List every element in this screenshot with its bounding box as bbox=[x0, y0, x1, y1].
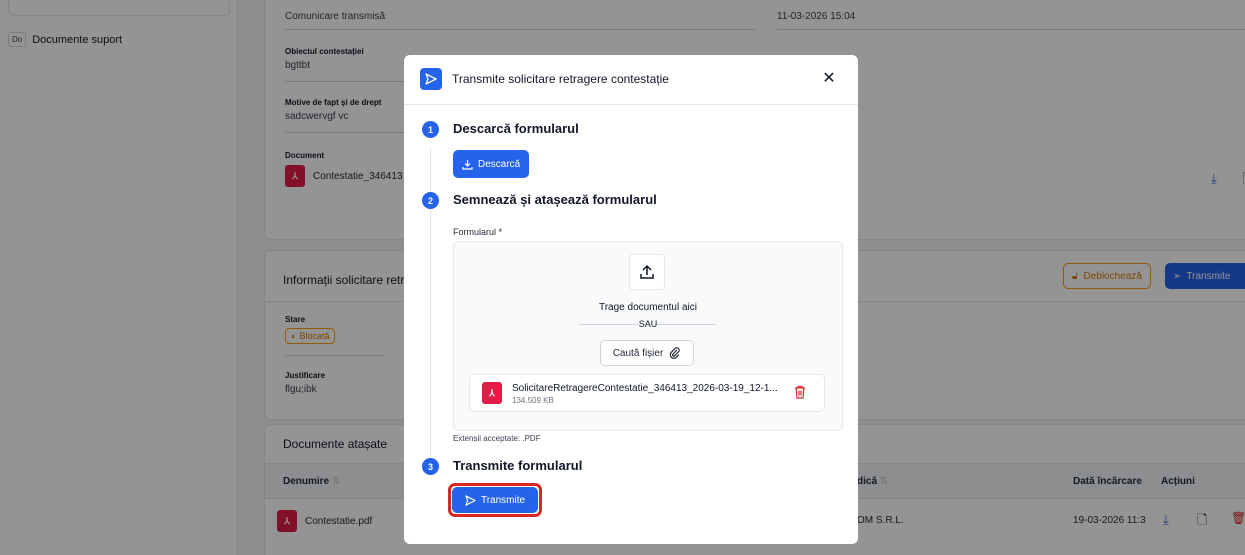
close-icon[interactable]: ✕ bbox=[820, 68, 838, 88]
download-form-button[interactable]: Descarcă bbox=[453, 150, 530, 178]
browse-file-button[interactable]: Caută fișier bbox=[600, 340, 694, 366]
accepted-extensions: Extensii acceptate: .PDF bbox=[453, 434, 541, 443]
file-dropzone[interactable]: Trage documentul aici SAU Caută fișier ⅄… bbox=[453, 241, 843, 431]
step-3-title: Transmite formularul bbox=[453, 458, 583, 473]
send-icon bbox=[420, 68, 442, 90]
trash-icon[interactable] bbox=[794, 385, 806, 399]
or-text: SAU bbox=[638, 319, 658, 329]
form-field-label: Formularul * bbox=[453, 227, 503, 237]
upload-icon bbox=[629, 254, 665, 290]
uploaded-file-card: ⅄ SolicitareRetragereContestatie_346413_… bbox=[469, 374, 825, 412]
paperclip-icon bbox=[670, 347, 680, 359]
step-2-badge: 2 bbox=[422, 192, 439, 209]
step-connector bbox=[430, 210, 431, 468]
uploaded-file-size: 134.509 KB bbox=[512, 396, 554, 405]
step-1-title: Descarcă formularul bbox=[453, 121, 579, 136]
modal-header: Transmite solicitare retragere contestaț… bbox=[404, 55, 858, 105]
uploaded-file-name: SolicitareRetragereContestatie_346413_20… bbox=[512, 383, 778, 394]
download-form-label: Descarcă bbox=[478, 158, 521, 170]
step-2-title: Semnează și atașează formularul bbox=[453, 192, 657, 207]
highlight-outline bbox=[448, 483, 542, 517]
download-icon bbox=[462, 159, 473, 170]
browse-file-label: Caută fișier bbox=[612, 347, 664, 359]
step-3-badge: 3 bbox=[422, 458, 439, 475]
pdf-file-icon: ⅄ bbox=[482, 382, 502, 404]
drag-text: Trage documentul aici bbox=[598, 302, 697, 313]
step-1-badge: 1 bbox=[422, 121, 439, 138]
withdrawal-modal: Transmite solicitare retragere contestaț… bbox=[404, 55, 858, 544]
modal-title: Transmite solicitare retragere contestaț… bbox=[452, 72, 669, 86]
